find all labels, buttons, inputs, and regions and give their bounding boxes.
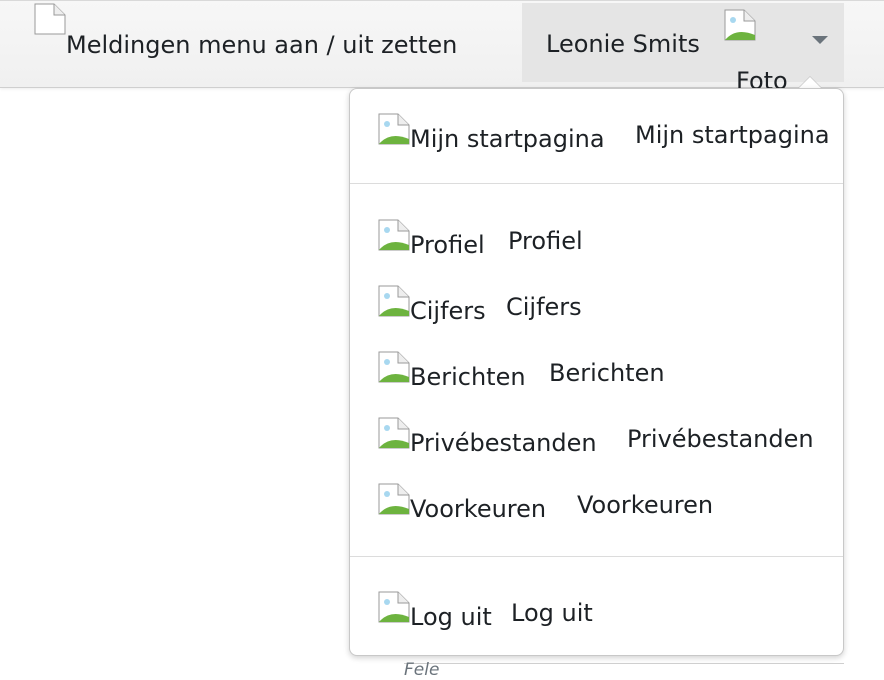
- menu-item-alt: Voorkeuren: [410, 495, 547, 523]
- broken-image-icon: [378, 351, 410, 383]
- broken-image-icon: [378, 591, 410, 623]
- menu-item-alt: Log uit: [410, 603, 492, 631]
- avatar-broken-image-icon: [724, 9, 756, 41]
- broken-image-icon: [378, 285, 410, 317]
- notifications-toggle-label: Meldingen menu aan / uit zetten: [66, 31, 458, 59]
- menu-item-alt: Profiel: [410, 231, 485, 259]
- user-dropdown-menu: Mijn startpagina Mijn startpagina Profie…: [349, 88, 844, 656]
- menu-divider: [350, 183, 843, 184]
- menu-item-label: Profiel: [508, 227, 583, 255]
- menu-item-alt: Privébestanden: [410, 429, 597, 457]
- menu-item-label: Voorkeuren: [577, 491, 714, 519]
- broken-image-icon: [378, 417, 410, 449]
- broken-image-icon: [34, 3, 66, 35]
- menu-item-label: Mijn startpagina: [635, 121, 830, 149]
- background-divider: [404, 663, 844, 664]
- menu-item-alt: Cijfers: [410, 297, 486, 325]
- menu-item-label: Berichten: [549, 359, 665, 387]
- user-menu-toggle[interactable]: Leonie Smits Foto: [522, 3, 844, 95]
- broken-image-icon: [378, 113, 410, 145]
- menu-item-label: Log uit: [511, 599, 593, 627]
- chevron-down-icon: [812, 36, 828, 44]
- menu-item-label: Privébestanden: [627, 425, 814, 453]
- broken-image-icon: [378, 483, 410, 515]
- menu-item-alt: Mijn startpagina: [410, 125, 605, 153]
- menu-item-alt: Berichten: [410, 363, 526, 391]
- user-name: Leonie Smits: [546, 30, 700, 58]
- menu-divider: [350, 556, 843, 557]
- broken-image-icon: [378, 219, 410, 251]
- menu-item-label: Cijfers: [506, 293, 582, 321]
- navbar: Meldingen menu aan / uit zetten Leonie S…: [0, 0, 884, 95]
- background-partial-text: Fele: [404, 660, 440, 680]
